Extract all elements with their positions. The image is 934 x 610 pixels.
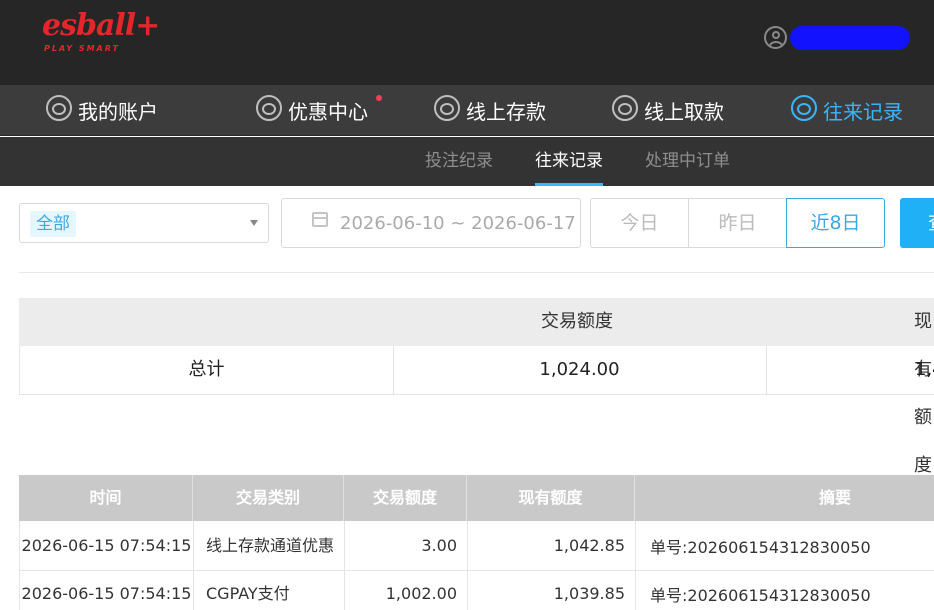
range-yesterday-button[interactable]: 昨日 xyxy=(688,198,787,248)
cell-time: 2026-06-15 07:54:15 xyxy=(20,571,194,610)
cell-balance: 1,042.85 xyxy=(468,521,636,570)
nav-online-withdraw[interactable]: 线上取款 xyxy=(612,85,724,136)
top-header: esball+ PLAY SMART xyxy=(0,0,934,85)
summary-divider xyxy=(766,346,767,394)
col-amount: 交易额度 xyxy=(344,475,467,521)
summary-header-balance: 现有额度 xyxy=(914,311,932,476)
nav-label: 我的账户 xyxy=(78,100,158,124)
cell-memo: 单号:202606154312830050 xyxy=(650,585,871,605)
calendar-icon xyxy=(312,212,328,227)
nav-label: 往来记录 xyxy=(823,100,903,124)
search-button[interactable]: 查 xyxy=(900,198,934,248)
cell-time: 2026-06-15 07:54:15 xyxy=(20,521,194,570)
cell-type: 线上存款通道优惠 xyxy=(194,521,345,570)
type-select[interactable]: 全部 xyxy=(19,203,269,243)
nav-label: 线上取款 xyxy=(644,100,724,124)
table-row: 2026-06-15 07:54:15 线上存款通道优惠 3.00 1,042.… xyxy=(19,521,934,571)
table-row: 2026-06-15 07:54:15 CGPAY支付 1,002.00 1,0… xyxy=(19,571,934,610)
chevron-down-icon[interactable] xyxy=(250,220,258,226)
nav-promotions[interactable]: 优惠中心 xyxy=(256,85,382,136)
col-time: 时间 xyxy=(19,475,193,521)
divider xyxy=(19,272,934,273)
user-icon xyxy=(46,94,72,121)
cell-type: CGPAY支付 xyxy=(194,571,345,610)
cell-amount: 3.00 xyxy=(345,521,468,570)
summary-header-amount: 交易额度 xyxy=(541,311,613,332)
summary-total-amount: 1,024.00 xyxy=(539,359,620,380)
user-circle-icon[interactable] xyxy=(764,26,787,49)
deposit-icon xyxy=(434,94,460,121)
notification-dot xyxy=(376,95,382,101)
sub-nav: 投注纪录 往来记录 处理中订单 xyxy=(0,137,934,186)
nav-online-deposit[interactable]: 线上存款 xyxy=(434,85,546,136)
selected-type-tag[interactable]: 全部 xyxy=(30,211,76,237)
col-balance: 现有额度 xyxy=(467,475,635,521)
tab-pending-orders[interactable]: 处理中订单 xyxy=(645,137,730,186)
user-menu[interactable] xyxy=(764,26,934,52)
date-range-picker[interactable]: 2026-06-10 ~ 2026-06-17 xyxy=(281,198,581,248)
main-nav: 我的账户 优惠中心 线上存款 线上取款 往来记录 xyxy=(0,85,934,136)
nav-label: 优惠中心 xyxy=(288,100,368,124)
esball-logo[interactable]: esball+ PLAY SMART xyxy=(42,8,160,58)
quick-range-group: 今日 昨日 近8日 xyxy=(590,198,885,248)
logo-text: esball+ xyxy=(42,8,160,43)
tab-bet-records[interactable]: 投注纪录 xyxy=(425,137,493,186)
cell-amount: 1,002.00 xyxy=(345,571,468,610)
summary-total-balance: 1,4 xyxy=(915,359,934,380)
nav-my-account[interactable]: 我的账户 xyxy=(46,85,158,136)
nav-transaction-records[interactable]: 往来记录 xyxy=(791,85,903,136)
withdraw-icon xyxy=(612,94,638,121)
nav-label: 线上存款 xyxy=(466,100,546,124)
tab-transaction-records[interactable]: 往来记录 xyxy=(535,137,603,186)
summary-total-label: 总计 xyxy=(188,359,225,380)
col-memo: 摘要 xyxy=(818,488,851,507)
cell-balance: 1,039.85 xyxy=(468,571,636,610)
logo-tagline: PLAY SMART xyxy=(44,44,120,53)
cell-memo: 单号:202606154312830050 xyxy=(650,537,871,557)
range-today-button[interactable]: 今日 xyxy=(590,198,689,248)
gift-icon xyxy=(256,94,282,121)
transactions-header: 时间 交易类别 交易额度 现有额度 摘要 xyxy=(19,475,934,521)
date-range-value[interactable]: 2026-06-10 ~ 2026-06-17 xyxy=(340,199,576,249)
summary-row: 总计 1,024.00 1,4 xyxy=(19,346,934,395)
col-type: 交易类别 xyxy=(193,475,344,521)
records-icon xyxy=(791,94,817,121)
range-last-8-days-button[interactable]: 近8日 xyxy=(786,198,885,248)
username-redacted[interactable] xyxy=(790,26,910,50)
summary-header: 交易额度 现有额度 xyxy=(19,298,934,476)
